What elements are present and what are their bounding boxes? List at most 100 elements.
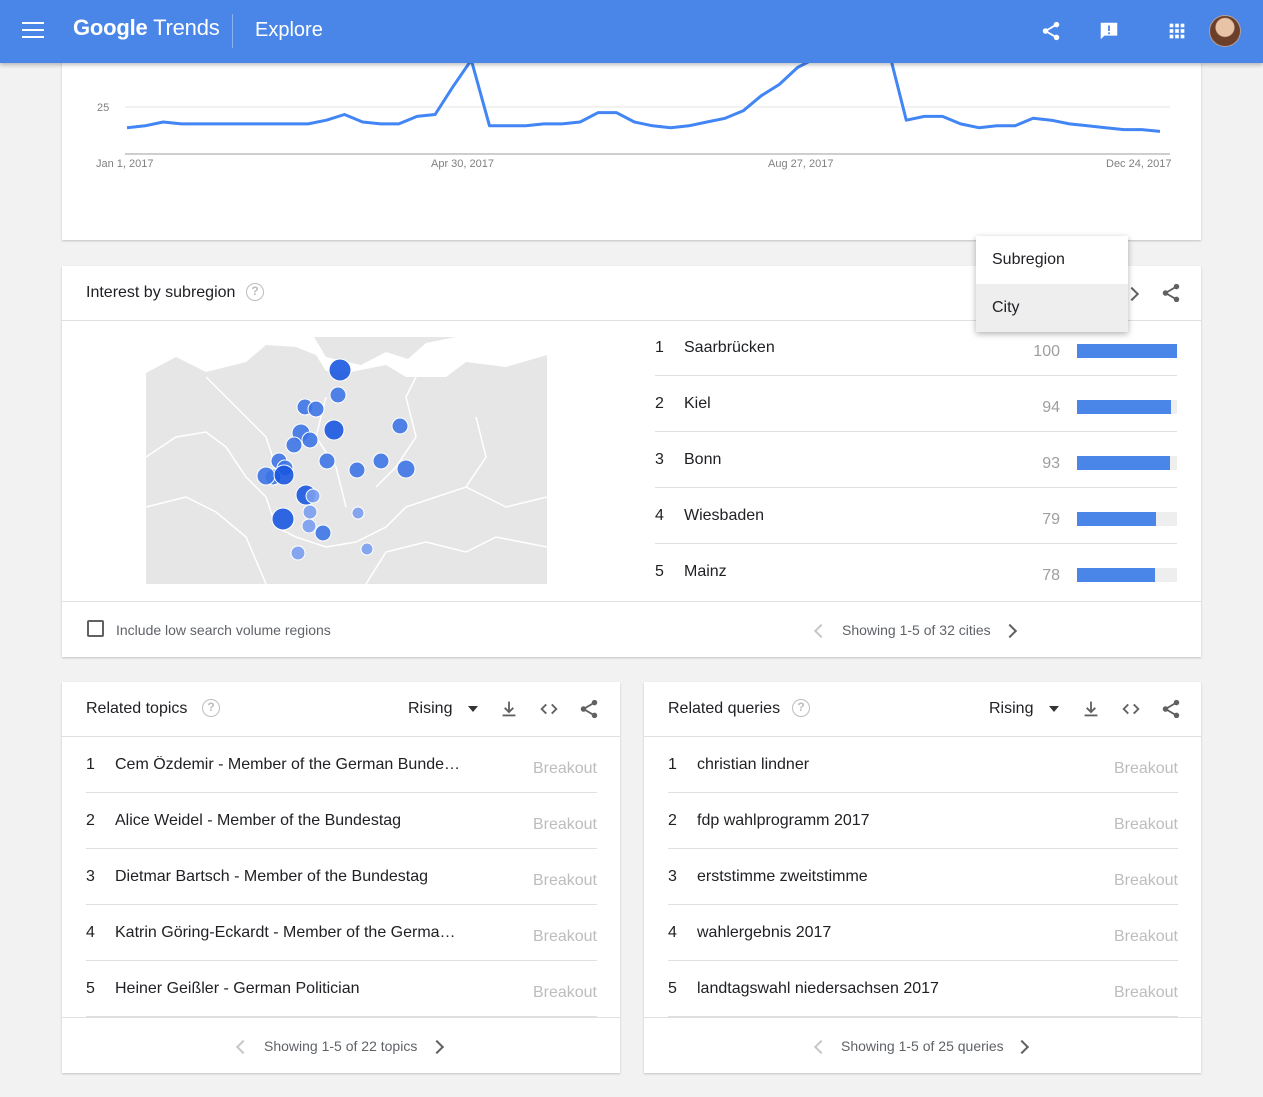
city-bubble[interactable] [314, 524, 332, 542]
rank-number: 5 [668, 980, 677, 997]
card-divider [62, 601, 1201, 602]
item-text: Alice Weidel - Member of the Bundestag [115, 812, 402, 829]
city-name: Kiel [684, 395, 711, 412]
city-bubble[interactable] [302, 504, 318, 520]
related-queries-card: Related queries ? Rising 1 christian lind… [644, 682, 1201, 1073]
rising-select[interactable]: Rising [408, 700, 479, 718]
interest-bar-fill [1077, 400, 1171, 414]
list-item[interactable]: 3 Dietmar Bartsch - Member of the Bundest… [86, 849, 597, 905]
interest-value: 79 [1042, 511, 1060, 528]
share-icon[interactable] [1160, 282, 1182, 304]
x-tick-dec: Dec 24, 2017 [1106, 158, 1171, 170]
list-item[interactable]: 5 Heiner Geißler - German Politician Break… [86, 961, 597, 1017]
city-bubble[interactable] [360, 542, 374, 556]
city-row[interactable]: 4 Wiesbaden 79 [655, 488, 1177, 544]
city-bubble[interactable] [307, 400, 325, 418]
city-row[interactable]: 2 Kiel 94 [655, 376, 1177, 432]
help-icon[interactable]: ? [792, 699, 810, 717]
rank-number: 5 [655, 563, 664, 580]
interest-bar-track [1077, 400, 1177, 414]
city-bubble[interactable] [323, 419, 345, 441]
interest-bar-track [1077, 512, 1177, 526]
chevron-right-icon[interactable] [1002, 623, 1018, 639]
list-item[interactable]: 3 erststimme zweitstimme Breakout [668, 849, 1178, 905]
city-bubble[interactable] [396, 459, 416, 479]
y-tick-25: 25 [97, 102, 109, 114]
dropdown-option-city[interactable]: City [976, 284, 1128, 332]
list-item[interactable]: 2 Alice Weidel - Member of the Bundestag B… [86, 793, 597, 849]
city-bubble[interactable] [285, 436, 303, 454]
chevron-left-icon[interactable] [813, 1039, 829, 1055]
city-bubble[interactable] [391, 417, 409, 435]
feedback-icon[interactable] [1098, 20, 1120, 42]
breakout-value: Breakout [1113, 760, 1178, 777]
help-icon[interactable]: ? [246, 283, 264, 301]
breakout-value: Breakout [532, 760, 597, 777]
share-icon[interactable] [1160, 698, 1182, 720]
card-divider [62, 1017, 620, 1018]
help-icon[interactable]: ? [202, 699, 220, 717]
item-text: wahlergebnis 2017 [697, 924, 832, 941]
related-topics-title: Related topics [86, 700, 188, 717]
low-volume-checkbox[interactable] [87, 620, 104, 637]
pagination-text: Showing 1-5 of 22 topics [264, 1038, 418, 1054]
city-bubble[interactable] [329, 386, 347, 404]
interest-over-time-chart: 25 Jan 1, 2017 Apr 30, 2017 Aug 27, 2017… [96, 45, 1171, 170]
download-icon[interactable] [498, 698, 520, 720]
share-icon[interactable] [578, 698, 600, 720]
user-avatar[interactable] [1209, 15, 1241, 47]
embed-code-icon[interactable] [1120, 698, 1142, 720]
list-item[interactable]: 4 wahlergebnis 2017 Breakout [668, 905, 1178, 961]
interest-value: 78 [1042, 567, 1060, 584]
city-bubble[interactable] [351, 506, 365, 520]
list-item[interactable]: 1 christian lindner Breakout [668, 737, 1178, 793]
dropdown-option-subregion[interactable]: Subregion [976, 236, 1128, 284]
city-bubble[interactable] [305, 488, 321, 504]
menu-icon[interactable] [22, 22, 44, 40]
city-bubble[interactable] [271, 507, 295, 531]
interest-bar-track [1077, 344, 1177, 358]
breakout-value: Breakout [532, 872, 597, 889]
city-bubble[interactable] [256, 466, 276, 486]
rank-number: 3 [668, 868, 677, 885]
chevron-right-icon[interactable] [429, 1039, 445, 1055]
interest-bar-fill [1077, 456, 1170, 470]
city-bubble[interactable] [301, 431, 319, 449]
rising-select[interactable]: Rising [989, 700, 1060, 718]
city-row[interactable]: 3 Bonn 93 [655, 432, 1177, 488]
chevron-left-icon[interactable] [813, 623, 829, 639]
list-item[interactable]: 5 landtagswahl niedersachsen 2017 Breakout [668, 961, 1178, 1017]
city-bubble[interactable] [328, 358, 352, 382]
interest-bar-fill [1077, 512, 1156, 526]
city-bubble[interactable] [318, 452, 336, 470]
embed-code-icon[interactable] [538, 698, 560, 720]
breakout-value: Breakout [1113, 816, 1178, 833]
city-bubble[interactable] [372, 452, 390, 470]
google-trends-logo[interactable]: Google Trends [73, 15, 220, 41]
list-item[interactable]: 2 fdp wahlprogramm 2017 Breakout [668, 793, 1178, 849]
pagination-text: Showing 1-5 of 32 cities [842, 622, 991, 638]
list-item[interactable]: 1 Cem Özdemir - Member of the German Bund… [86, 737, 597, 793]
list-item[interactable]: 4 Katrin Göring-Eckardt - Member of the G… [86, 905, 597, 961]
breakout-value: Breakout [532, 816, 597, 833]
city-bubble[interactable] [348, 461, 366, 479]
logo-product: Trends [153, 15, 220, 40]
download-icon[interactable] [1080, 698, 1102, 720]
item-text: fdp wahlprogramm 2017 [697, 812, 870, 829]
share-icon[interactable] [1040, 20, 1062, 42]
chevron-left-icon[interactable] [235, 1039, 251, 1055]
city-row[interactable]: 5 Mainz 78 [655, 544, 1177, 600]
interest-bar-track [1077, 456, 1177, 470]
x-tick-aug: Aug 27, 2017 [768, 158, 833, 170]
city-bubble[interactable] [273, 464, 295, 486]
city-bubble[interactable] [290, 545, 306, 561]
item-text: Dietmar Bartsch - Member of the Bundesta… [115, 868, 429, 885]
chevron-right-icon[interactable] [1014, 1039, 1030, 1055]
geo-map[interactable] [146, 337, 547, 584]
caret-down-icon [1049, 705, 1060, 712]
city-bubble[interactable] [301, 518, 317, 534]
item-text: christian lindner [697, 756, 810, 773]
apps-grid-icon[interactable] [1166, 20, 1188, 42]
item-text: landtagswahl niedersachsen 2017 [697, 980, 939, 997]
interest-value: 93 [1042, 455, 1060, 472]
